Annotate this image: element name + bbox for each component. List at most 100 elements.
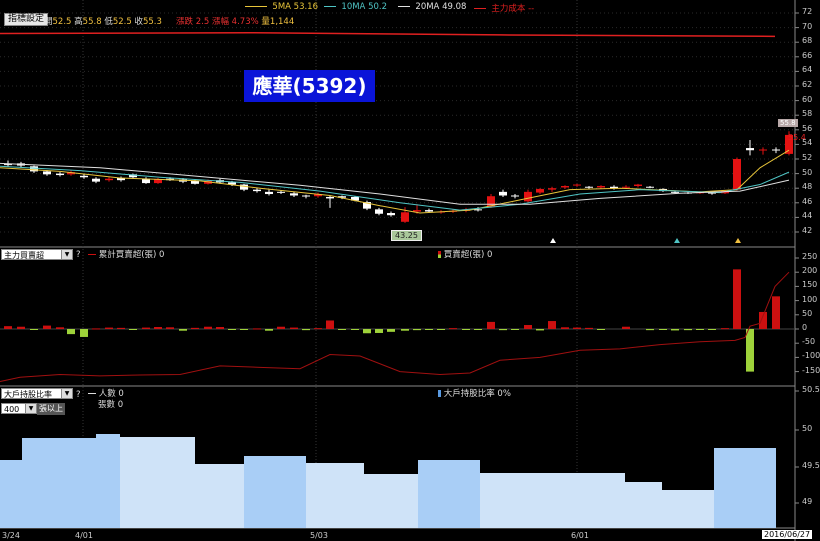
- x-label-apr: 4/01: [75, 531, 93, 540]
- candle-body: [733, 159, 741, 190]
- candle-body: [499, 191, 507, 196]
- price-y-tick: 46: [802, 196, 813, 206]
- candle-body: [646, 186, 654, 188]
- candle-body: [80, 175, 88, 178]
- candle-body: [524, 191, 532, 202]
- net-buy-bar: [622, 326, 630, 329]
- net-buy-bar: [17, 326, 25, 329]
- candle-body: [290, 193, 298, 196]
- price-y-tick: 42: [802, 226, 813, 235]
- chart-canvas: [0, 0, 799, 541]
- net-buy-bar: [338, 329, 346, 330]
- holder-ratio-area: [662, 490, 714, 528]
- shares-legend: 張數 0: [98, 400, 124, 410]
- change-readout: 漲跌 2.5 漲幅 4.73% 量1,144: [176, 17, 295, 27]
- net-buy-bar: [413, 329, 421, 331]
- holder-y-tick: 49.5: [802, 461, 820, 470]
- candle-body: [375, 209, 383, 214]
- net-buy-bar: [573, 327, 581, 329]
- net-buy-bar: [30, 329, 38, 330]
- threshold-input[interactable]: 400 ▼: [1, 403, 37, 414]
- main-force-selector[interactable]: 主力買賣超 ▼: [1, 249, 73, 260]
- net-buy-bar: [290, 327, 298, 329]
- ma10-legend: 10MA 50.2: [324, 2, 387, 12]
- net-buy-bar: [43, 325, 51, 329]
- price-y-tick: 60: [802, 94, 813, 104]
- main-cost-line: [0, 31, 776, 38]
- net-buy-bar: [80, 329, 88, 337]
- ma5-line: [0, 149, 790, 214]
- candle-body: [401, 212, 409, 222]
- net-buy-bar: [375, 329, 383, 333]
- ma20-legend: 20MA 49.08: [398, 2, 466, 12]
- main-force-y-tick: 0: [802, 323, 808, 332]
- price-y-tick: 50: [802, 167, 813, 177]
- holder-ratio-area: [480, 473, 625, 528]
- net-buy-bar: [708, 329, 716, 330]
- holder-ratio-area: [306, 463, 364, 528]
- net-buy-bar: [462, 329, 470, 330]
- net-buy-bar: [499, 329, 507, 331]
- net-buy-bar: [216, 327, 224, 329]
- holder-ratio-area: [0, 460, 22, 528]
- holder-ratio-area: [244, 456, 306, 528]
- stock-title: 應華(5392): [244, 70, 375, 102]
- net-buy-bar: [154, 327, 162, 329]
- main-force-y-tick: 200: [802, 266, 818, 276]
- price-y-tick: 68: [802, 36, 813, 46]
- candle-body: [92, 178, 100, 182]
- ratio-legend: 大戶持股比率 0%: [438, 387, 511, 399]
- main-force-y-tick: 250: [802, 252, 818, 261]
- candle-body: [585, 186, 593, 188]
- price-y-tick: 52: [802, 153, 813, 162]
- main-force-y-tick: -50: [802, 337, 816, 347]
- net-buy-bar: [659, 329, 667, 330]
- net-buy-bar: [351, 329, 359, 330]
- holder-help-icon[interactable]: ?: [76, 390, 81, 400]
- threshold-suffix: 張以上: [37, 403, 65, 415]
- candle-body: [634, 184, 642, 187]
- candle-body: [105, 178, 113, 181]
- holder-y-tick: 50.5: [802, 385, 820, 394]
- candle-body: [253, 189, 261, 192]
- net-buy-bar: [302, 329, 310, 331]
- indicator-settings-button[interactable]: 指標設定: [4, 13, 49, 26]
- candle-body: [240, 184, 248, 190]
- main-cost-legend: 主力成本 --: [474, 2, 534, 14]
- candle-body: [413, 210, 421, 212]
- net-buy-bar: [487, 321, 495, 329]
- x-label-start: 3/24: [2, 531, 20, 540]
- candle-body: [561, 186, 569, 188]
- net-buy-bar: [67, 329, 75, 335]
- main-force-help-icon[interactable]: ?: [76, 250, 81, 260]
- net-buy-bar: [437, 329, 445, 330]
- net-buy-bar: [228, 329, 236, 330]
- candle-body: [326, 196, 334, 199]
- x-label-end: 2016/06/27: [762, 530, 813, 539]
- net-buy-bar: [536, 329, 544, 331]
- low-price-marker: 43.25: [391, 230, 422, 241]
- cum-legend: 累計買賣超(張) 0: [88, 248, 164, 260]
- net-buy-bar: [597, 329, 605, 330]
- signal-marker: [674, 238, 680, 243]
- main-force-y-tick: -100: [802, 351, 820, 361]
- x-label-jun: 6/01: [571, 531, 589, 540]
- ma10-line: [0, 165, 790, 211]
- net-buy-bar: [314, 328, 322, 330]
- candle-body: [746, 148, 754, 151]
- candle-body: [265, 191, 273, 195]
- net-buy-bar: [387, 329, 395, 332]
- candle-body: [671, 191, 679, 193]
- holder-ratio-selector[interactable]: 大戶持股比率 ▼: [1, 388, 73, 399]
- signal-marker: [735, 238, 741, 243]
- price-y-tick: 44: [802, 211, 813, 221]
- net-buy-bar: [772, 296, 780, 329]
- price-y-tick: 58: [802, 109, 813, 119]
- holder-ratio-area: [195, 464, 244, 528]
- ma20-line: [0, 162, 790, 205]
- ohlc-readout: 開52.5 高55.8 低52.5 收55.3: [44, 17, 162, 27]
- net-buy-bar: [401, 329, 409, 331]
- holder-ratio-area: [22, 438, 96, 528]
- holder-ratio-area: [96, 434, 120, 528]
- price-y-tick: 64: [802, 65, 813, 75]
